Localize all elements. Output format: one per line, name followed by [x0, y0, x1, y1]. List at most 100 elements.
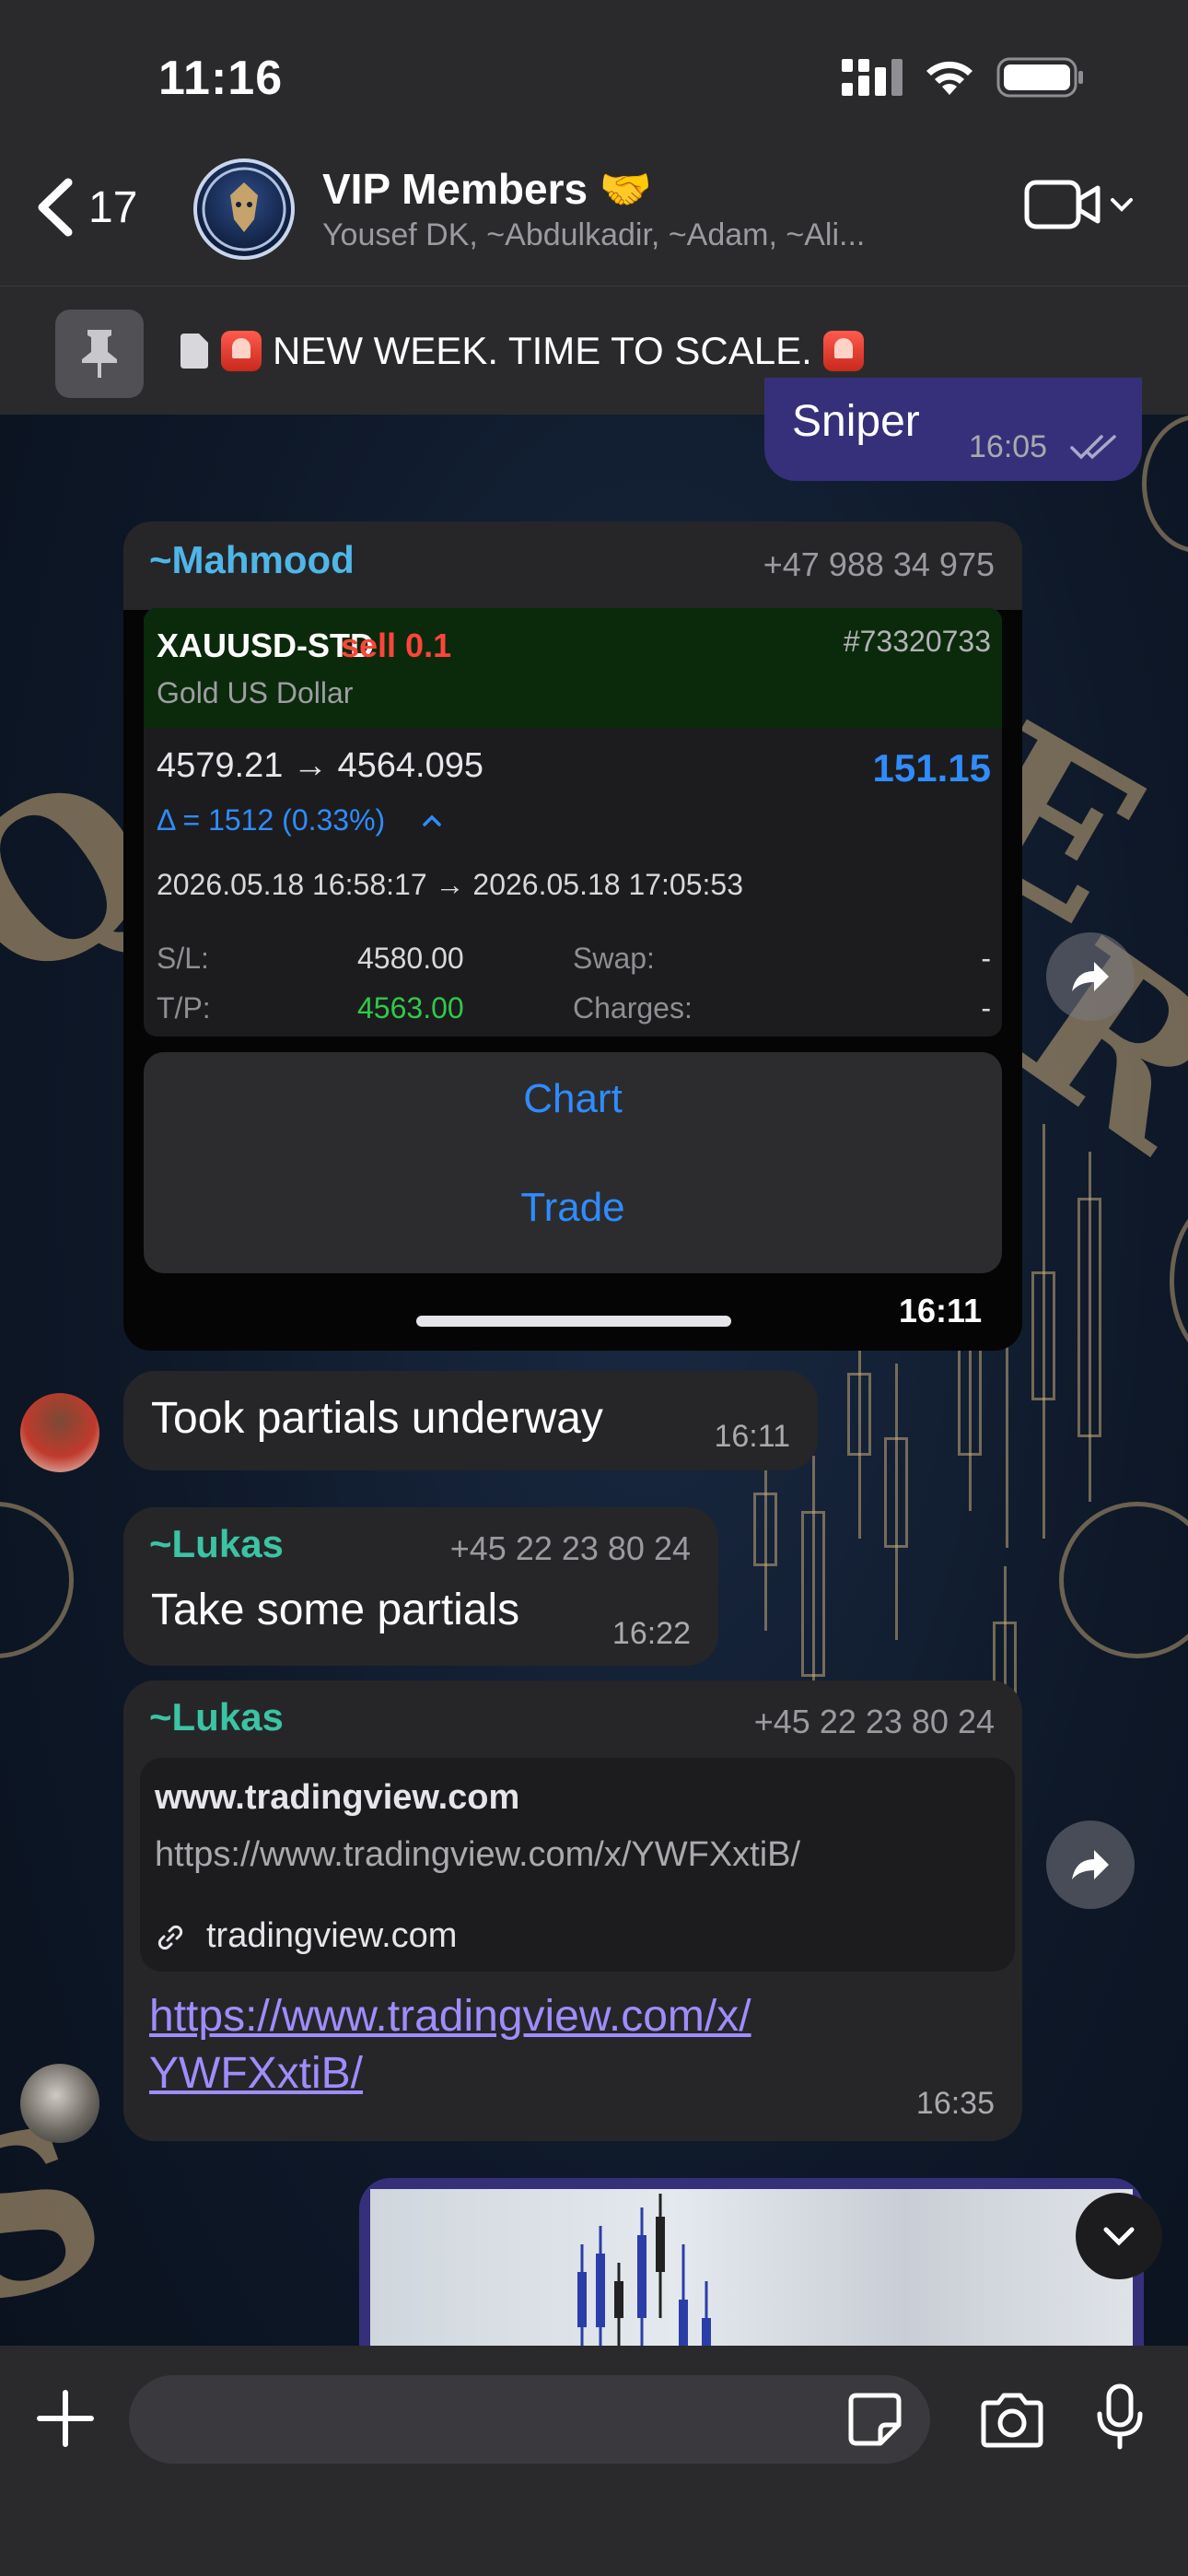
sender-phone: +45 22 23 80 24	[753, 1703, 995, 1740]
video-camera-icon	[1024, 180, 1101, 229]
link-preview-site: www.tradingview.com	[155, 1778, 520, 1817]
sender-name[interactable]: ~Lukas	[149, 1695, 284, 1739]
trade-action-panel: Chart Trade	[144, 1052, 1002, 1273]
lion-logo-icon	[202, 167, 286, 252]
chevron-up-icon	[423, 814, 441, 826]
scroll-to-bottom-button[interactable]	[1076, 2193, 1162, 2279]
wallpaper-candle	[958, 1336, 982, 1456]
message-time: 16:22	[611, 1616, 691, 1651]
charges-value: -	[981, 991, 991, 1025]
trade-profit: 151.15	[872, 746, 991, 790]
sl-value: 4580.00	[357, 942, 464, 975]
wallpaper-candle	[801, 1511, 825, 1677]
wifi-icon	[926, 61, 973, 95]
back-button[interactable]: 17	[33, 177, 137, 238]
wallpaper-candle	[847, 1373, 871, 1456]
link-line[interactable]: https://www.tradingview.com/x/	[149, 1988, 751, 2045]
status-bar: 11:16	[0, 0, 1188, 157]
outgoing-message[interactable]: Sniper 16:05	[764, 378, 1142, 481]
cellular-signal-icon	[842, 59, 903, 96]
link-preview-card[interactable]: www.tradingview.com https://www.tradingv…	[140, 1758, 1015, 1972]
link-preview-domain: tradingview.com	[206, 1916, 458, 1955]
wallpaper-candle	[884, 1437, 908, 1548]
message-time: 16:35	[915, 2086, 995, 2121]
wallpaper-candle	[1077, 1198, 1101, 1437]
wallpaper-seal	[0, 1502, 74, 1658]
trade-prices: 4579.21 → 4564.095	[157, 746, 483, 785]
double-check-icon	[1070, 435, 1116, 460]
trade-screenshot[interactable]: XAUUSD-STD sell 0.1 #73320733 Gold US Do…	[144, 608, 1002, 1036]
trade-message-header: ~Mahmood +47 988 34 975	[123, 521, 1022, 610]
message-text: Took partials underway	[151, 1394, 603, 1443]
forward-button[interactable]	[1046, 1821, 1135, 1909]
link-preview-url: https://www.tradingview.com/x/YWFXxtiB/	[155, 1835, 801, 1874]
wallpaper-seal	[1059, 1502, 1188, 1658]
chevron-left-icon	[38, 178, 73, 237]
video-call-button[interactable]	[1024, 177, 1135, 232]
tp-value: 4563.00	[357, 991, 464, 1025]
message-time: 16:05	[969, 429, 1048, 464]
incoming-message[interactable]: ~Lukas +45 22 23 80 24 Take some partial…	[123, 1507, 718, 1666]
group-members[interactable]: Yousef DK, ~Abdulkadir, ~Adam, ~Ali...	[322, 217, 865, 253]
wallpaper-seal	[1170, 1198, 1188, 1364]
forward-button[interactable]	[1046, 932, 1135, 1021]
group-avatar[interactable]	[193, 158, 295, 260]
document-icon	[181, 334, 208, 369]
image-message[interactable]	[359, 2178, 1144, 2353]
trade-delta: Δ = 1512 (0.33%)	[157, 803, 386, 837]
status-time: 11:16	[158, 52, 284, 105]
candlestick-thumbnail-icon	[577, 2194, 711, 2353]
sender-avatar[interactable]	[20, 1393, 99, 1472]
sender-name[interactable]: ~Lukas	[149, 1522, 284, 1566]
trade-card-header: XAUUSD-STD sell 0.1 #73320733 Gold US Do…	[144, 608, 1002, 728]
sender-avatar[interactable]	[20, 2064, 99, 2143]
chart-image-thumbnail	[370, 2189, 1133, 2353]
charges-label: Charges:	[573, 991, 693, 1025]
chart-button[interactable]: Chart	[144, 1076, 1002, 1122]
swap-label: Swap:	[573, 942, 655, 975]
pinned-message: NEW WEEK. TIME TO SCALE.	[179, 329, 864, 373]
sticker-icon[interactable]	[847, 2392, 903, 2447]
link-icon	[157, 1925, 183, 1950]
wallpaper-candle	[1031, 1271, 1055, 1400]
chevron-down-icon	[1103, 2227, 1135, 2246]
chevron-down-icon	[1111, 198, 1133, 212]
message-input-bar	[0, 2346, 1188, 2576]
wallpaper-seal	[1142, 415, 1188, 553]
message-text: Sniper	[792, 397, 920, 446]
home-indicator-bar	[416, 1316, 731, 1327]
plus-icon[interactable]	[35, 2388, 96, 2449]
pin-button[interactable]	[55, 310, 144, 398]
tp-label: T/P:	[157, 991, 211, 1025]
status-icons	[842, 57, 1085, 98]
camera-icon[interactable]	[978, 2392, 1046, 2449]
link-text[interactable]: https://www.tradingview.com/x/ YWFXxtiB/	[149, 1988, 751, 2102]
trade-dates: 2026.05.18 16:58:17 → 2026.05.18 17:05:5…	[157, 868, 743, 901]
message-time: 16:11	[899, 1292, 983, 1329]
pin-icon	[82, 330, 117, 378]
wallpaper-candle	[753, 1493, 777, 1566]
sl-label: S/L:	[157, 942, 209, 975]
message-text: Take some partials	[151, 1586, 520, 1634]
forward-icon	[1072, 962, 1109, 991]
swap-value: -	[981, 942, 991, 975]
trade-instrument: Gold US Dollar	[157, 676, 354, 709]
sender-phone: +47 988 34 975	[763, 545, 995, 583]
trade-side: sell 0.1	[341, 626, 452, 664]
incoming-message[interactable]: Took partials underway 16:11	[123, 1371, 818, 1470]
trade-button[interactable]: Trade	[144, 1185, 1002, 1231]
pinned-message-text: NEW WEEK. TIME TO SCALE.	[273, 329, 812, 372]
siren-emoji-icon	[822, 331, 864, 371]
unread-count: 17	[88, 182, 138, 232]
message-input[interactable]	[129, 2375, 930, 2464]
siren-emoji-icon	[221, 331, 262, 371]
group-title[interactable]: VIP Members 🤝	[322, 164, 652, 215]
forward-icon	[1072, 1850, 1109, 1879]
battery-icon	[996, 57, 1083, 98]
chat-header: 17 VIP Members 🤝 Yousef DK, ~Abdulkadir,…	[0, 157, 1188, 415]
sender-name[interactable]: ~Mahmood	[149, 538, 355, 582]
message-time: 16:11	[714, 1419, 790, 1454]
microphone-icon[interactable]	[1094, 2383, 1146, 2453]
sender-phone: +45 22 23 80 24	[449, 1529, 691, 1567]
link-line[interactable]: YWFXxtiB/	[149, 2045, 751, 2102]
